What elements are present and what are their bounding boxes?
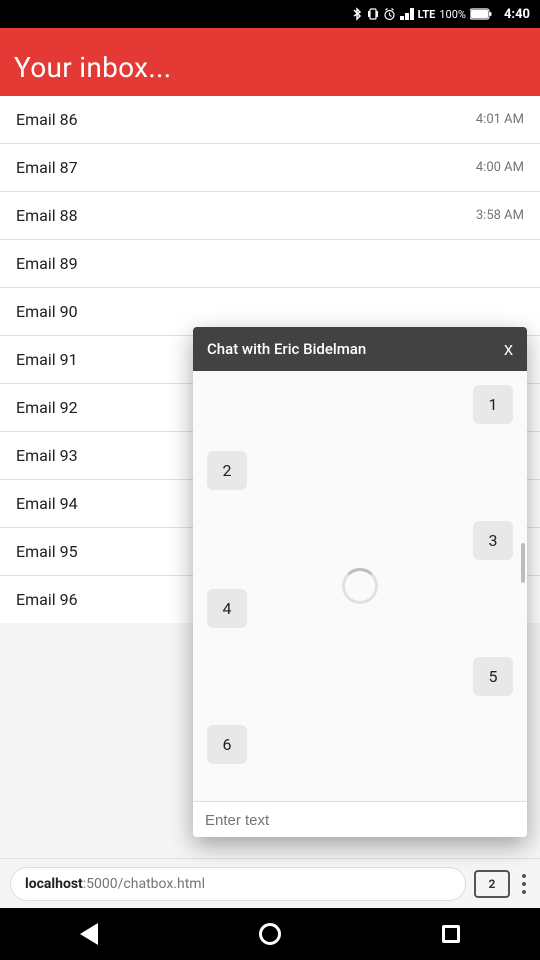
recents-icon (442, 925, 460, 943)
chat-close-button[interactable]: x (504, 340, 513, 358)
menu-dot-1 (522, 874, 526, 878)
scrollbar[interactable] (521, 543, 525, 583)
address-host: localhost (25, 876, 83, 892)
email-name: Email 91 (16, 350, 78, 369)
lte-label: LTE (418, 8, 436, 21)
chat-title: Chat with Eric Bidelman (207, 340, 366, 358)
chat-messages-area[interactable]: 1 2 3 4 5 6 (193, 371, 527, 801)
menu-dot-3 (522, 890, 526, 894)
chat-input[interactable] (205, 812, 515, 829)
chat-message-5: 5 (473, 657, 513, 696)
email-name: Email 86 (16, 110, 78, 129)
home-button[interactable] (259, 923, 281, 945)
alarm-icon (383, 8, 396, 21)
email-name: Email 94 (16, 494, 78, 513)
email-name: Email 95 (16, 542, 78, 561)
chat-header: Chat with Eric Bidelman x (193, 327, 527, 371)
chat-message-4: 4 (207, 589, 247, 628)
email-name: Email 89 (16, 254, 78, 273)
status-icons: LTE 100% (351, 7, 492, 21)
email-time: 4:01 AM (476, 112, 524, 127)
chat-message-1: 1 (473, 385, 513, 424)
browser-bar: localhost :5000/chatbox.html 2 (0, 858, 540, 908)
email-time: 4:00 AM (476, 160, 524, 175)
email-item-87[interactable]: Email 87 4:00 AM (0, 144, 540, 192)
bluetooth-icon (351, 7, 363, 21)
signal-icon (400, 8, 414, 20)
recents-button[interactable] (442, 925, 460, 943)
email-name: Email 90 (16, 302, 78, 321)
email-item-86[interactable]: Email 86 4:01 AM (0, 96, 540, 144)
battery-icon (470, 8, 492, 20)
chat-message-2: 2 (207, 451, 247, 490)
browser-menu-button[interactable] (518, 870, 530, 898)
status-bar: LTE 100% 4:40 (0, 0, 540, 28)
chat-message-3: 3 (473, 521, 513, 560)
email-name: Email 88 (16, 206, 78, 225)
address-bar[interactable]: localhost :5000/chatbox.html (10, 867, 466, 901)
chat-input-area[interactable] (193, 801, 527, 837)
home-icon (259, 923, 281, 945)
address-path: :5000/chatbox.html (83, 876, 205, 892)
email-item-89[interactable]: Email 89 (0, 240, 540, 288)
app-header: Your inbox... (0, 28, 540, 96)
email-name: Email 93 (16, 446, 78, 465)
status-time: 4:40 (504, 7, 530, 22)
back-icon (80, 923, 98, 945)
email-name: Email 96 (16, 590, 78, 609)
email-time: 3:58 AM (476, 208, 524, 223)
page-title: Your inbox... (14, 51, 171, 84)
battery-level: 100% (439, 8, 466, 21)
back-button[interactable] (80, 923, 98, 945)
android-nav-bar (0, 908, 540, 960)
menu-dot-2 (522, 882, 526, 886)
tab-count-button[interactable]: 2 (474, 870, 510, 898)
chat-dialog: Chat with Eric Bidelman x 1 2 3 4 5 6 (193, 327, 527, 837)
loading-spinner (342, 568, 378, 604)
email-name: Email 92 (16, 398, 78, 417)
vibrate-icon (367, 7, 379, 21)
email-item-88[interactable]: Email 88 3:58 AM (0, 192, 540, 240)
email-name: Email 87 (16, 158, 78, 177)
chat-message-6: 6 (207, 725, 247, 764)
